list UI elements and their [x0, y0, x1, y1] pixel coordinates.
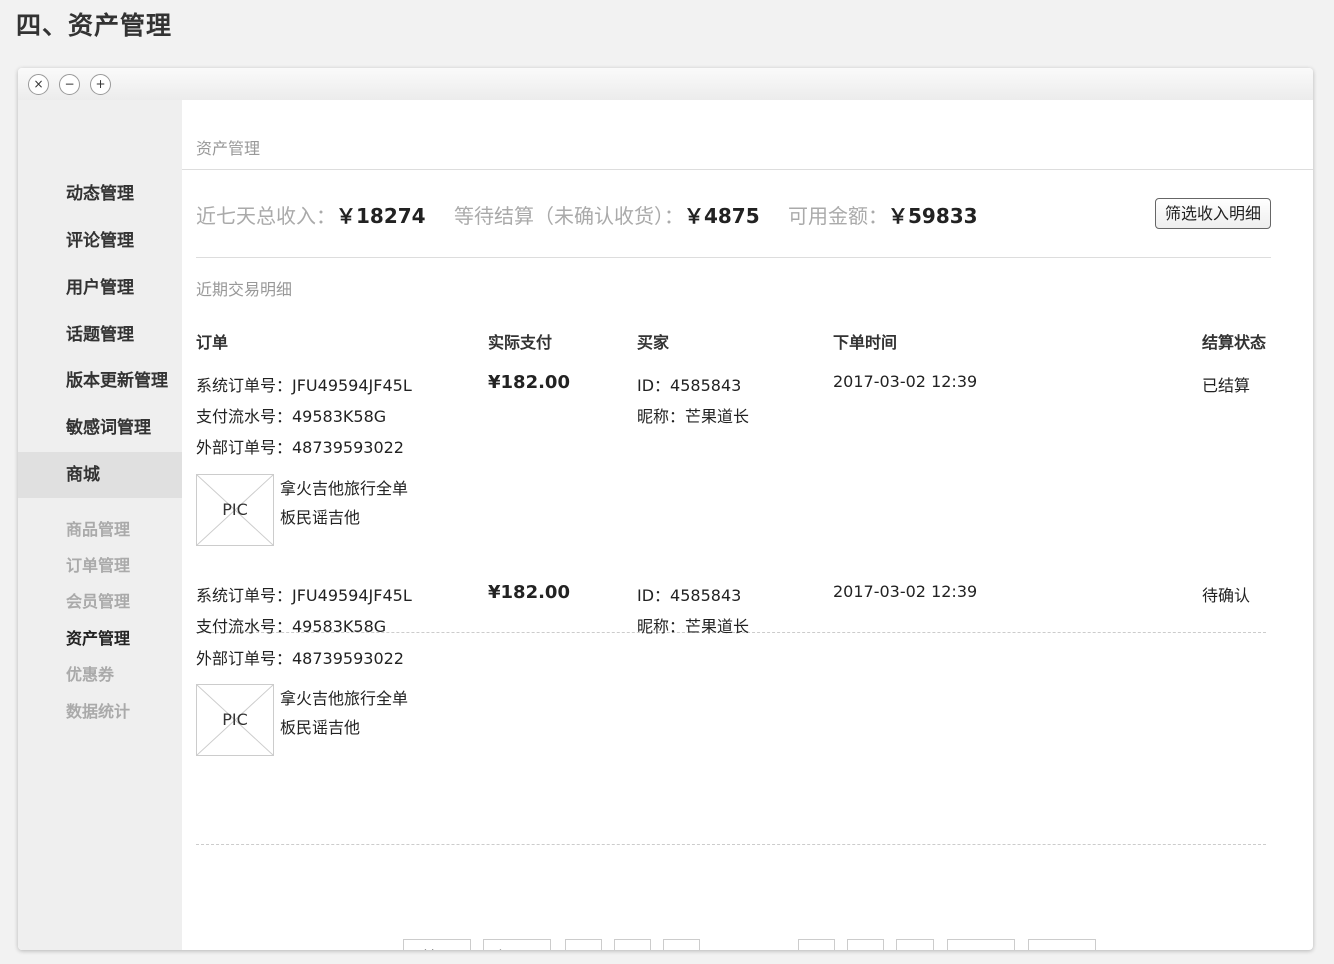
- buyer-id: ID：4585843: [637, 586, 742, 605]
- product-name[interactable]: 拿火吉他旅行全单板民谣吉他: [280, 474, 420, 532]
- income-value: ￥18274: [336, 204, 426, 228]
- available-label: 可用金额：: [787, 204, 888, 228]
- sidebar-item-dynamics[interactable]: 动态管理: [18, 171, 182, 217]
- page-button-10[interactable]: 10: [896, 939, 934, 950]
- buyer-nickname: 昵称：芒果道长: [637, 617, 750, 636]
- status-badge: 待确认: [1202, 586, 1251, 605]
- sidebar-item-mall[interactable]: 商城: [18, 452, 182, 498]
- table-row: 系统订单号：JFU49594JF45L 支付流水号：49583K58G 外部订单…: [182, 372, 1313, 582]
- payment-serial-number: 支付流水号：49583K58G: [196, 617, 387, 636]
- filter-income-button[interactable]: 筛选收入明细: [1155, 198, 1271, 229]
- sidebar-subitem-assets[interactable]: 资产管理: [66, 625, 130, 649]
- sidebar-item-topics[interactable]: 话题管理: [18, 312, 182, 358]
- sidebar-subitem-products[interactable]: 商品管理: [66, 516, 130, 540]
- next-page-button[interactable]: 下一页: [947, 939, 1015, 950]
- divider: [196, 257, 1271, 258]
- prev-page-button[interactable]: 上一页: [483, 939, 551, 950]
- column-header-order: 订单: [196, 333, 229, 352]
- product-image-placeholder: PIC: [196, 474, 274, 546]
- payment-amount: ¥182.00: [488, 372, 570, 393]
- column-header-order-time: 下单时间: [833, 333, 898, 352]
- pending-value: ￥4875: [683, 204, 760, 228]
- buyer-nickname: 昵称：芒果道长: [637, 407, 750, 426]
- income-label: 近七天总收入：: [196, 204, 336, 228]
- external-order-number: 外部订单号：48739593022: [196, 649, 404, 668]
- page-title: 四、资产管理: [16, 11, 173, 40]
- breadcrumb: 资产管理: [196, 139, 261, 158]
- page-button-2[interactable]: 2: [614, 939, 651, 950]
- app-window: × − + 动态管理 评论管理 用户管理 话题管理 版本更新管理 敏感词管理 商…: [18, 68, 1313, 950]
- page-button-1[interactable]: 1: [565, 939, 602, 950]
- sidebar-subitem-members[interactable]: 会员管理: [66, 588, 130, 612]
- sidebar-subitem-coupons[interactable]: 优惠券: [66, 661, 114, 685]
- table-row: 系统订单号：JFU49594JF45L 支付流水号：49583K58G 外部订单…: [182, 582, 1313, 792]
- sidebar-item-comments[interactable]: 评论管理: [18, 218, 182, 264]
- system-order-number: 系统订单号：JFU49594JF45L: [196, 586, 412, 605]
- pic-label: PIC: [222, 500, 248, 519]
- sidebar-item-sensitive-words[interactable]: 敏感词管理: [18, 405, 182, 451]
- sidebar-subitem-statistics[interactable]: 数据统计: [66, 698, 130, 722]
- page-button-8[interactable]: 8: [798, 939, 835, 950]
- sidebar-item-version-updates[interactable]: 版本更新管理: [18, 358, 182, 404]
- page-button-3[interactable]: 3: [663, 939, 700, 950]
- first-page-button[interactable]: 首页: [403, 939, 471, 950]
- section-title: 近期交易明细: [196, 280, 293, 299]
- last-page-button[interactable]: 尾页: [1028, 939, 1096, 950]
- divider: [182, 169, 1313, 170]
- external-order-number: 外部订单号：48739593022: [196, 438, 404, 457]
- sidebar: 动态管理 评论管理 用户管理 话题管理 版本更新管理 敏感词管理 商城 商品管理…: [18, 100, 182, 950]
- close-icon[interactable]: ×: [28, 74, 49, 95]
- buyer-id: ID：4585843: [637, 376, 742, 395]
- product-name[interactable]: 拿火吉他旅行全单板民谣吉他: [280, 684, 420, 742]
- minimize-icon[interactable]: −: [59, 74, 80, 95]
- pending-label: 等待结算（未确认收货）：: [453, 204, 684, 228]
- product-image-placeholder: PIC: [196, 684, 274, 756]
- payment-serial-number: 支付流水号：49583K58G: [196, 407, 387, 426]
- sidebar-item-users[interactable]: 用户管理: [18, 265, 182, 311]
- payment-amount: ¥182.00: [488, 582, 570, 603]
- available-value: ￥59833: [887, 204, 978, 228]
- system-order-number: 系统订单号：JFU49594JF45L: [196, 376, 412, 395]
- main-content: 资产管理 近七天总收入：￥18274 等待结算（未确认收货）：￥4875 可用金…: [182, 100, 1313, 950]
- column-header-payment: 实际支付: [488, 333, 553, 352]
- order-time: 2017-03-02 12:39: [833, 372, 978, 391]
- column-header-status: 结算状态: [1202, 333, 1267, 352]
- pic-label: PIC: [222, 710, 248, 729]
- order-time: 2017-03-02 12:39: [833, 582, 978, 601]
- row-divider: [196, 844, 1266, 845]
- sidebar-subitem-orders[interactable]: 订单管理: [66, 552, 130, 576]
- maximize-icon[interactable]: +: [90, 74, 111, 95]
- window-titlebar: × − +: [18, 68, 1313, 100]
- column-header-buyer: 买家: [637, 333, 670, 352]
- page-button-9[interactable]: 9: [847, 939, 884, 950]
- status-badge: 已结算: [1202, 376, 1251, 395]
- income-summary: 近七天总收入：￥18274 等待结算（未确认收货）：￥4875 可用金额：￥59…: [196, 200, 1000, 229]
